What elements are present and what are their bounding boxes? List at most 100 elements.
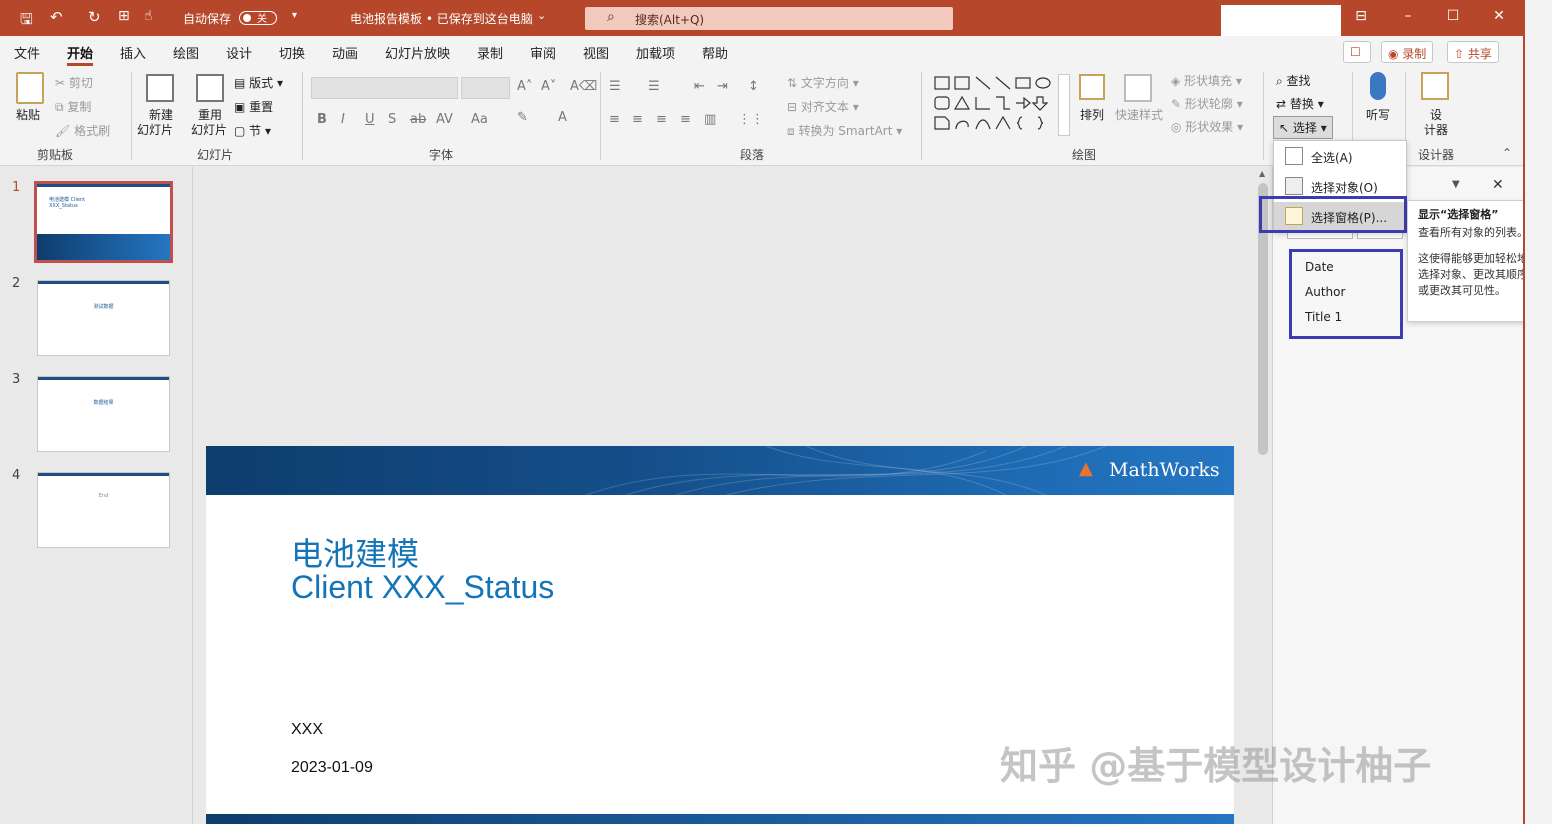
thumbnail-slide-1[interactable]: 电池建模 Client XXX_Status bbox=[34, 181, 173, 263]
share-button[interactable]: ⇧ 共享 bbox=[1447, 41, 1499, 63]
tab-home[interactable]: 开始 bbox=[67, 43, 94, 66]
replace-button[interactable]: ⇄ 替换 ▾ bbox=[1276, 95, 1324, 112]
present-icon[interactable]: ⊞ bbox=[118, 8, 130, 24]
italic-icon[interactable]: I bbox=[341, 112, 345, 127]
tab-help[interactable]: 帮助 bbox=[702, 43, 728, 62]
slide-date[interactable]: 2023-01-09 bbox=[291, 759, 373, 777]
record-button[interactable]: ◉ 录制 bbox=[1381, 41, 1434, 63]
layout-button[interactable]: ▤ 版式 ▾ bbox=[234, 74, 283, 91]
shadow-icon[interactable]: S bbox=[388, 112, 396, 127]
gallery-scroll[interactable] bbox=[1058, 74, 1070, 136]
tab-view[interactable]: 视图 bbox=[583, 43, 609, 62]
account-area[interactable] bbox=[1221, 5, 1341, 36]
dictate-label[interactable]: 听写 bbox=[1366, 106, 1390, 123]
strikethrough-icon[interactable]: ab bbox=[410, 112, 426, 127]
arrange-icon[interactable] bbox=[1079, 74, 1105, 100]
reuse-slides-icon[interactable] bbox=[196, 74, 224, 102]
shape-fill-button[interactable]: ◈ 形状填充 ▾ bbox=[1171, 72, 1242, 89]
redo-icon[interactable]: ↻ bbox=[88, 8, 101, 26]
bold-icon[interactable]: B bbox=[317, 112, 327, 127]
tab-animations[interactable]: 动画 bbox=[332, 43, 358, 62]
touch-mode-icon[interactable]: ☝ bbox=[144, 8, 153, 24]
decrease-font-icon[interactable]: A˅ bbox=[541, 79, 556, 94]
font-name-combo[interactable] bbox=[311, 77, 458, 99]
shape-outline-button[interactable]: ✎ 形状轮廓 ▾ bbox=[1171, 95, 1243, 112]
text-direction-button[interactable]: ⇅ 文字方向 ▾ bbox=[787, 74, 859, 91]
columns-icon[interactable]: ▥ bbox=[704, 112, 716, 127]
quick-styles-icon[interactable] bbox=[1124, 74, 1152, 102]
tab-design[interactable]: 设计 bbox=[226, 43, 252, 62]
thumbnail-slide-2[interactable]: 测试数据 bbox=[37, 280, 170, 356]
tab-transitions[interactable]: 切换 bbox=[279, 43, 305, 62]
decrease-indent-icon[interactable]: ⇤ bbox=[694, 79, 705, 94]
vertical-scrollbar[interactable]: ▲ bbox=[1256, 167, 1270, 824]
pane-close-icon[interactable]: ✕ bbox=[1492, 177, 1504, 193]
designer-icon[interactable] bbox=[1421, 72, 1449, 100]
comments-icon[interactable]: ☐ bbox=[1343, 41, 1371, 63]
autosave-toggle[interactable]: 关 bbox=[239, 11, 277, 25]
underline-icon[interactable]: U bbox=[365, 112, 375, 127]
tab-draw[interactable]: 绘图 bbox=[173, 43, 199, 62]
arrange-label[interactable]: 排列 bbox=[1080, 106, 1104, 123]
align-left-icon[interactable]: ≡ bbox=[609, 112, 620, 127]
menu-item-select-all[interactable]: 全选(A) bbox=[1274, 142, 1406, 170]
font-color-icon[interactable]: A bbox=[558, 110, 567, 125]
tab-addins[interactable]: 加载项 bbox=[636, 43, 675, 62]
close-icon[interactable]: ✕ bbox=[1489, 8, 1509, 24]
line-spacing-icon[interactable]: ↕ bbox=[748, 79, 759, 94]
new-slide-icon[interactable] bbox=[146, 74, 174, 102]
reset-button[interactable]: ▣ 重置 bbox=[234, 98, 273, 115]
increase-indent-icon[interactable]: ⇥ bbox=[717, 79, 728, 94]
copy-button[interactable]: ⧉ 复制 bbox=[55, 98, 91, 115]
pane-options-icon[interactable]: ▼ bbox=[1452, 179, 1460, 190]
tab-review[interactable]: 审阅 bbox=[530, 43, 556, 62]
tab-record[interactable]: 录制 bbox=[477, 43, 503, 62]
save-icon[interactable]: 🖫 bbox=[20, 9, 33, 34]
chevron-down-icon[interactable]: ⌄ bbox=[537, 9, 546, 22]
font-size-combo[interactable] bbox=[461, 77, 510, 99]
customize-qat-icon[interactable]: ▾ bbox=[292, 10, 297, 21]
numbering-icon[interactable]: ☰ bbox=[648, 79, 660, 94]
clear-format-icon[interactable]: A⌫ bbox=[570, 79, 597, 94]
maximize-icon[interactable]: ☐ bbox=[1443, 8, 1463, 24]
paste-icon[interactable] bbox=[16, 72, 44, 104]
section-button[interactable]: ▢ 节 ▾ bbox=[234, 122, 271, 139]
align-center-icon[interactable]: ≡ bbox=[632, 112, 643, 127]
ribbon-display-icon[interactable]: ⊟ bbox=[1351, 8, 1371, 24]
minimize-icon[interactable]: – bbox=[1398, 8, 1418, 24]
tab-insert[interactable]: 插入 bbox=[120, 43, 146, 62]
slide-title-line-2[interactable]: Client XXX_Status bbox=[291, 569, 554, 606]
thumbnail-slide-3[interactable]: 数据结果 bbox=[37, 376, 170, 452]
align-right-icon[interactable]: ≡ bbox=[656, 112, 667, 127]
slide-author[interactable]: XXX bbox=[291, 721, 323, 739]
align-text-button[interactable]: ⊟ 对齐文本 ▾ bbox=[787, 98, 859, 115]
paste-label[interactable]: 粘贴 bbox=[16, 106, 40, 123]
select-button[interactable]: ↖ 选择 ▾ bbox=[1273, 116, 1333, 139]
format-painter-button[interactable]: 🖌 格式刷 bbox=[55, 122, 110, 139]
reuse-label-2[interactable]: 幻灯片 bbox=[191, 121, 227, 138]
search-input[interactable]: ⌕ 搜索(Alt+Q) bbox=[585, 7, 953, 30]
document-title[interactable]: 电池报告模板 • 已保存到这台电脑 bbox=[350, 10, 533, 27]
collapse-ribbon-icon[interactable]: ⌃ bbox=[1502, 146, 1512, 160]
tab-slideshow[interactable]: 幻灯片放映 bbox=[385, 43, 450, 62]
highlight-icon[interactable]: ✎ bbox=[517, 110, 528, 125]
new-slide-label-2[interactable]: 幻灯片 bbox=[137, 121, 173, 138]
shapes-gallery[interactable] bbox=[932, 74, 1056, 136]
justify-icon[interactable]: ≡ bbox=[680, 112, 691, 127]
shape-effects-button[interactable]: ◎ 形状效果 ▾ bbox=[1171, 118, 1243, 135]
quick-styles-label[interactable]: 快速样式 bbox=[1115, 106, 1163, 123]
bullets-icon[interactable]: ☰ bbox=[609, 79, 621, 94]
tab-file[interactable]: 文件 bbox=[14, 43, 40, 62]
convert-smartart-button[interactable]: ⧈ 转换为 SmartArt ▾ bbox=[787, 122, 902, 139]
col-options-icon[interactable]: ⋮⋮ bbox=[738, 112, 764, 127]
change-case-icon[interactable]: Aa bbox=[471, 112, 488, 127]
designer-label-2[interactable]: 计器 bbox=[1424, 121, 1448, 138]
microphone-icon[interactable] bbox=[1370, 72, 1386, 100]
cut-button[interactable]: ✂ 剪切 bbox=[55, 74, 93, 91]
scroll-up-icon[interactable]: ▲ bbox=[1259, 169, 1265, 178]
find-button[interactable]: ⌕ 查找 bbox=[1276, 72, 1311, 89]
char-spacing-icon[interactable]: AV bbox=[436, 112, 453, 127]
thumbnail-slide-4[interactable]: End bbox=[37, 472, 170, 548]
increase-font-icon[interactable]: A˄ bbox=[517, 79, 532, 94]
undo-icon[interactable]: ↶ bbox=[50, 8, 63, 26]
